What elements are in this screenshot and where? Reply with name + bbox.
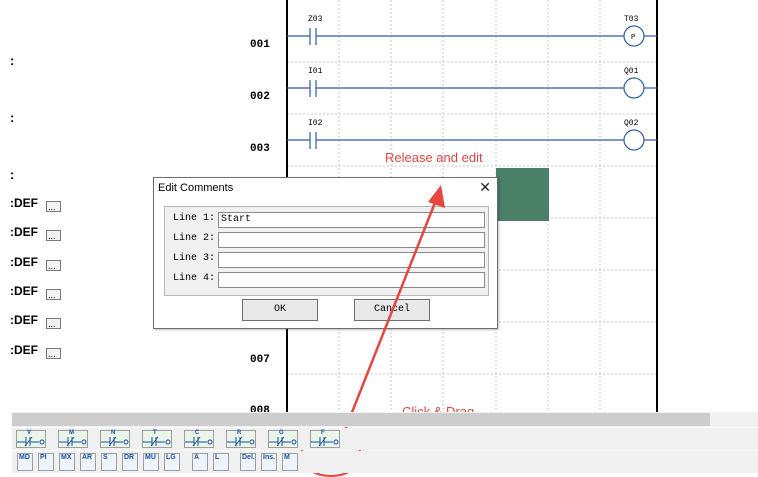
comment-button[interactable]: M	[282, 453, 298, 471]
annotation-arrow	[300, 185, 445, 477]
horizontal-scrollbar[interactable]	[12, 412, 758, 427]
contact-v-button[interactable]: V	[16, 430, 46, 448]
mu-button[interactable]: MU	[143, 453, 159, 471]
mx-button[interactable]: MX	[59, 453, 75, 471]
delete-button[interactable]: Del.	[240, 453, 256, 471]
horizontal-line-button[interactable]: A	[192, 453, 208, 471]
insert-button[interactable]: Ins.	[261, 453, 277, 471]
vertical-line-button[interactable]: L	[213, 453, 229, 471]
lg-button[interactable]: LG	[164, 453, 180, 471]
contact-c-button[interactable]: C	[184, 430, 214, 448]
pi-button[interactable]: PI	[38, 453, 54, 471]
contact-toolbar: V M N T C R G F	[12, 428, 758, 450]
ar-button[interactable]: AR	[80, 453, 96, 471]
contact-g-button[interactable]: G	[268, 430, 298, 448]
dr-button[interactable]: DR	[122, 453, 138, 471]
contact-m-button[interactable]: M	[58, 430, 88, 448]
function-toolbar: MD PI MX AR S DR MU LG A L Del. Ins. M	[12, 451, 758, 473]
contact-n-button[interactable]: N	[100, 430, 130, 448]
scrollbar-thumb[interactable]	[12, 413, 710, 426]
md-button[interactable]: MD	[17, 453, 33, 471]
contact-t-button[interactable]: T	[142, 430, 172, 448]
contact-r-button[interactable]: R	[226, 430, 256, 448]
s-button[interactable]: S	[101, 453, 117, 471]
contact-f-button[interactable]: F	[310, 430, 340, 448]
